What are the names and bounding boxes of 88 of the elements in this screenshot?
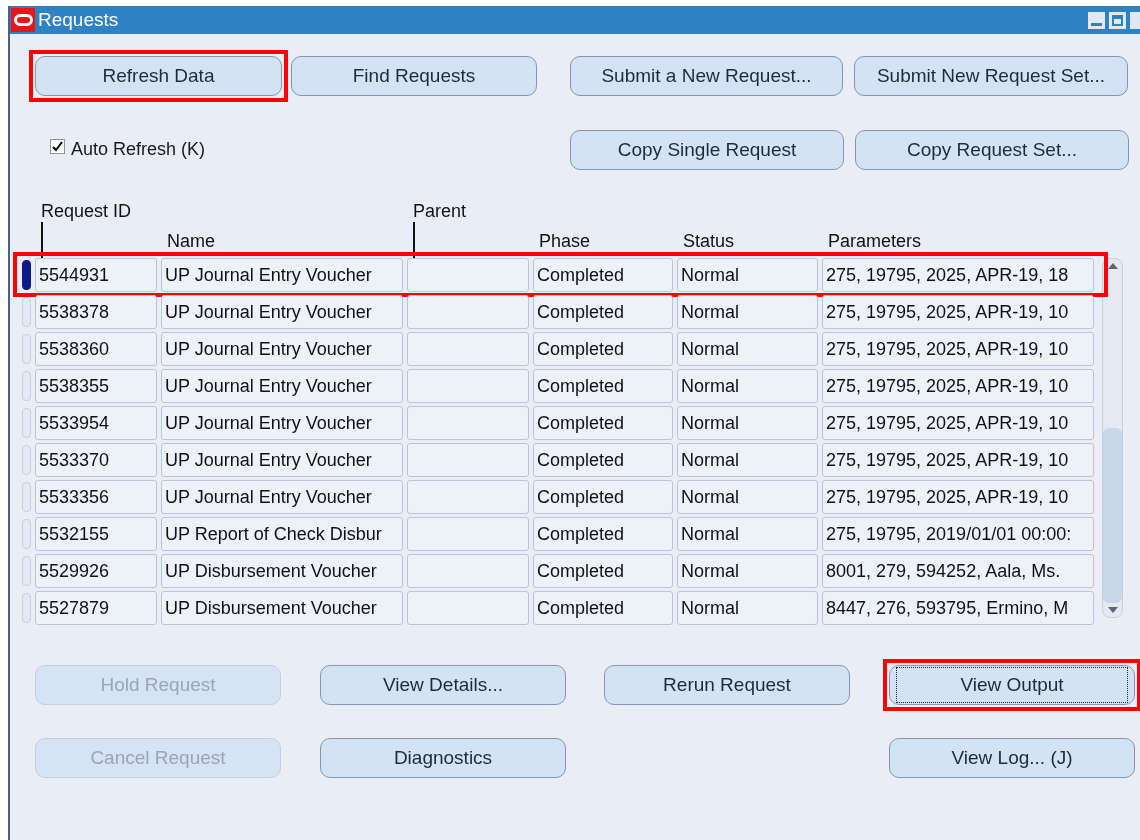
table-cell[interactable]: Normal: [677, 258, 818, 292]
table-cell[interactable]: 275, 19795, 2025, APR-19, 18: [822, 258, 1094, 292]
maximize-icon[interactable]: [1109, 11, 1126, 29]
button[interactable]: View Output: [889, 665, 1135, 705]
scroll-down-icon[interactable]: [1107, 607, 1118, 613]
table-cell[interactable]: 5544931: [35, 258, 157, 292]
row-indicator[interactable]: [22, 260, 31, 290]
table-cell[interactable]: 275, 19795, 2019/01/01 00:00:: [822, 517, 1094, 551]
button[interactable]: Refresh Data: [35, 56, 282, 96]
button[interactable]: Rerun Request: [604, 665, 850, 705]
button[interactable]: Copy Request Set...: [855, 130, 1129, 170]
table-cell[interactable]: UP Journal Entry Voucher: [161, 258, 403, 292]
table-cell[interactable]: 5538360: [35, 332, 157, 366]
table-cell[interactable]: Normal: [677, 295, 818, 329]
table-cell[interactable]: Completed: [533, 517, 673, 551]
table-cell[interactable]: [407, 369, 529, 403]
table-cell[interactable]: UP Journal Entry Voucher: [161, 443, 403, 477]
table-cell[interactable]: 275, 19795, 2025, APR-19, 10: [822, 295, 1094, 329]
table-cell[interactable]: UP Report of Check Disbur: [161, 517, 403, 551]
table-cell[interactable]: 5532155: [35, 517, 157, 551]
table-cell[interactable]: UP Disbursement Voucher: [161, 591, 403, 625]
column-header: Parameters: [828, 230, 923, 253]
table-cell[interactable]: [407, 443, 529, 477]
table-cell[interactable]: Normal: [677, 406, 818, 440]
table-cell[interactable]: UP Journal Entry Voucher: [161, 480, 403, 514]
table-cell[interactable]: 275, 19795, 2025, APR-19, 10: [822, 332, 1094, 366]
app-logo-icon: [11, 8, 35, 32]
table-cell[interactable]: [407, 480, 529, 514]
table-cell[interactable]: UP Journal Entry Voucher: [161, 369, 403, 403]
table-cell[interactable]: Normal: [677, 554, 818, 588]
button[interactable]: View Details...: [320, 665, 566, 705]
column-header: Parent: [413, 201, 467, 221]
table-cell[interactable]: 275, 19795, 2025, APR-19, 10: [822, 480, 1094, 514]
column-header: Status: [683, 230, 736, 253]
table-cell[interactable]: Completed: [533, 554, 673, 588]
table-cell[interactable]: Completed: [533, 258, 673, 292]
column-header: Name: [167, 230, 216, 253]
table-cell[interactable]: 5533370: [35, 443, 157, 477]
table-cell[interactable]: Completed: [533, 369, 673, 403]
table-cell[interactable]: UP Disbursement Voucher: [161, 554, 403, 588]
table-cell[interactable]: UP Journal Entry Voucher: [161, 295, 403, 329]
minimize-icon[interactable]: [1088, 11, 1105, 29]
table-cell[interactable]: [407, 406, 529, 440]
table-cell[interactable]: Normal: [677, 332, 818, 366]
table-cell[interactable]: UP Journal Entry Voucher: [161, 332, 403, 366]
column-header: Phase: [539, 230, 592, 253]
table-cell[interactable]: Completed: [533, 295, 673, 329]
button[interactable]: Copy Single Request: [570, 130, 844, 170]
button[interactable]: Submit New Request Set...: [854, 56, 1128, 96]
table-cell[interactable]: 5529926: [35, 554, 157, 588]
table-cell[interactable]: [407, 591, 529, 625]
table-cell[interactable]: Completed: [533, 480, 673, 514]
auto-refresh-checkbox[interactable]: [50, 139, 65, 154]
table-cell[interactable]: 5538355: [35, 369, 157, 403]
table-cell[interactable]: Normal: [677, 443, 818, 477]
table-cell[interactable]: Completed: [533, 443, 673, 477]
table-cell[interactable]: 5533954: [35, 406, 157, 440]
table-cell[interactable]: 5538378: [35, 295, 157, 329]
button[interactable]: Find Requests: [291, 56, 537, 96]
table-cell[interactable]: Normal: [677, 369, 818, 403]
table-cell[interactable]: Normal: [677, 591, 818, 625]
scrollbar[interactable]: [1102, 258, 1123, 618]
checkbox-label: Auto Refresh (K): [71, 138, 206, 161]
table-cell[interactable]: [407, 554, 529, 588]
table-cell[interactable]: 275, 19795, 2025, APR-19, 10: [822, 406, 1094, 440]
table-cell[interactable]: [407, 517, 529, 551]
table-cell[interactable]: 275, 19795, 2025, APR-19, 10: [822, 369, 1094, 403]
button[interactable]: Diagnostics: [320, 738, 566, 778]
scroll-thumb[interactable]: [1103, 428, 1122, 603]
window-title: Requests: [38, 7, 119, 32]
table-cell[interactable]: 5533356: [35, 480, 157, 514]
table-cell[interactable]: [407, 332, 529, 366]
button[interactable]: View Log... (J): [889, 738, 1135, 778]
table-cell[interactable]: [407, 295, 529, 329]
table-cell[interactable]: Completed: [533, 591, 673, 625]
table-cell[interactable]: UP Journal Entry Voucher: [161, 406, 403, 440]
table-cell[interactable]: Completed: [533, 406, 673, 440]
scroll-up-icon[interactable]: [1107, 263, 1118, 269]
table-cell[interactable]: Normal: [677, 480, 818, 514]
button[interactable]: Submit a New Request...: [570, 56, 843, 96]
table-cell[interactable]: Normal: [677, 517, 818, 551]
table-cell[interactable]: 5527879: [35, 591, 157, 625]
table-cell[interactable]: 8001, 279, 594252, Aala, Ms.: [822, 554, 1094, 588]
table-cell[interactable]: [407, 258, 529, 292]
table-cell[interactable]: 275, 19795, 2025, APR-19, 10: [822, 443, 1094, 477]
table-cell[interactable]: Completed: [533, 332, 673, 366]
column-header: Request ID: [41, 201, 132, 221]
table-cell[interactable]: 8447, 276, 593795, Ermino, M: [822, 591, 1094, 625]
